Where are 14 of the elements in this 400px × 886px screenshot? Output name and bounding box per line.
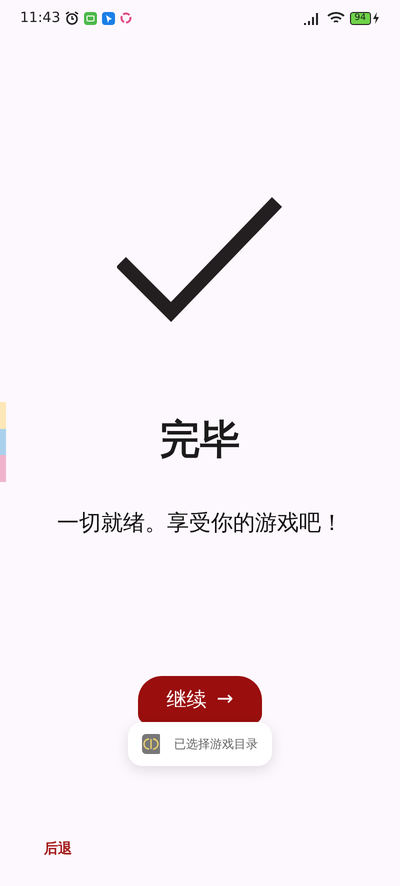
app-logo-icon bbox=[142, 734, 160, 754]
ring-icon bbox=[120, 12, 132, 24]
app-notification-icon bbox=[84, 12, 98, 24]
alarm-icon bbox=[65, 11, 80, 25]
toast-notification: 已选择游戏目录 bbox=[128, 722, 272, 766]
continue-button[interactable]: 继续 → bbox=[138, 676, 262, 724]
clock-time: 11:43 bbox=[20, 10, 60, 26]
back-button[interactable]: 后退 bbox=[36, 836, 80, 862]
page-title: 完毕 bbox=[160, 416, 240, 464]
battery-level: 94 bbox=[350, 12, 371, 24]
app-notification-icon bbox=[102, 12, 116, 24]
status-message: 一切就绪。享受你的游戏吧！ bbox=[57, 510, 343, 538]
checkmark-icon bbox=[117, 196, 283, 322]
wifi-icon bbox=[326, 11, 345, 25]
